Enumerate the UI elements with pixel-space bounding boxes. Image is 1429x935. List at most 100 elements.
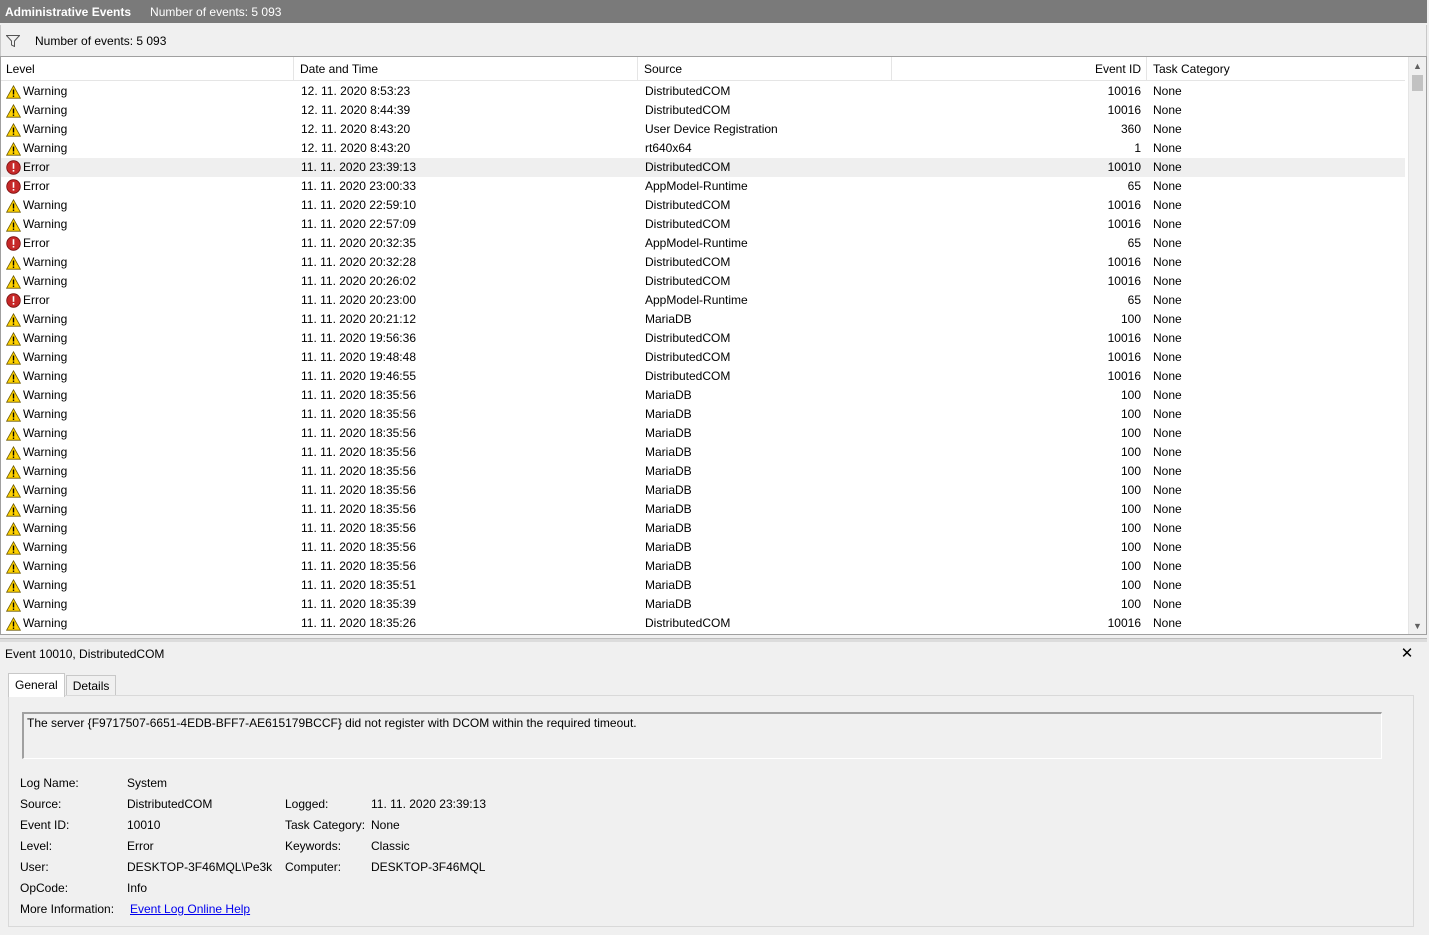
table-row[interactable]: Warning 11. 11. 2020 20:21:12 MariaDB 100 No… — [1, 310, 1405, 329]
tab-details[interactable]: Details — [65, 675, 117, 696]
scroll-down-icon[interactable]: ▼ — [1409, 617, 1426, 634]
level-text: Warning — [23, 426, 68, 440]
cell-task-category: None — [1153, 388, 1182, 402]
table-row[interactable]: Warning 11. 11. 2020 18:35:56 MariaDB 100 No… — [1, 557, 1405, 576]
label-user: User: — [20, 860, 49, 874]
table-row[interactable]: Warning 11. 11. 2020 20:26:02 DistributedC… — [1, 272, 1405, 291]
warning-icon — [5, 597, 21, 613]
table-row[interactable]: Warning 12. 11. 2020 8:43:20 rt640x64 1 None — [1, 139, 1405, 158]
warning-icon — [5, 103, 21, 119]
table-row[interactable]: Error 11. 11. 2020 20:32:35 AppModel-Runti… — [1, 234, 1405, 253]
filter-bar: Number of events: 5 093 — [0, 25, 1427, 56]
cell-source: MariaDB — [645, 312, 692, 326]
warning-icon — [5, 616, 21, 632]
value-event-id: 10010 — [127, 818, 161, 832]
warning-icon — [5, 407, 21, 423]
cell-task-category: None — [1153, 122, 1182, 136]
column-header-source[interactable]: Source — [639, 57, 892, 81]
table-row[interactable]: Warning 11. 11. 2020 18:35:56 MariaDB 100 No… — [1, 519, 1405, 538]
table-row[interactable]: Error 11. 11. 2020 23:00:33 AppModel-Runti… — [1, 177, 1405, 196]
pane-splitter[interactable] — [0, 638, 1427, 642]
level-text: Warning — [23, 559, 68, 573]
cell-source: MariaDB — [645, 445, 692, 459]
table-row[interactable]: Warning 11. 11. 2020 18:35:26 DistributedC… — [1, 614, 1405, 633]
table-row[interactable]: Warning 11. 11. 2020 18:35:56 MariaDB 100 No… — [1, 500, 1405, 519]
cell-event-id: 10016 — [1107, 84, 1141, 98]
table-row[interactable]: Warning 11. 11. 2020 22:59:10 DistributedC… — [1, 196, 1405, 215]
table-row[interactable]: Error 11. 11. 2020 20:23:00 AppModel-Runti… — [1, 291, 1405, 310]
table-row[interactable]: Warning 12. 11. 2020 8:44:39 DistributedCO… — [1, 101, 1405, 120]
cell-level: Error — [5, 234, 293, 253]
cell-event-id: 100 — [1120, 597, 1141, 611]
table-row[interactable]: Warning 11. 11. 2020 18:35:51 MariaDB 100 No… — [1, 576, 1405, 595]
cell-level: Warning — [5, 329, 293, 348]
scroll-up-icon[interactable]: ▲ — [1409, 57, 1426, 74]
tab-general[interactable]: General — [8, 673, 65, 697]
table-row[interactable]: Warning 12. 11. 2020 8:53:23 DistributedCO… — [1, 82, 1405, 101]
cell-level: Warning — [5, 215, 293, 234]
table-row[interactable]: Error 11. 11. 2020 23:39:13 DistributedCOM… — [1, 158, 1405, 177]
cell-date: 11. 11. 2020 23:00:33 — [301, 179, 416, 193]
cell-level: Error — [5, 291, 293, 310]
column-header-date[interactable]: Date and Time — [295, 57, 638, 81]
filter-event-count: Number of events: 5 093 — [35, 33, 167, 48]
cell-level: Warning — [5, 576, 293, 595]
cell-event-id: 100 — [1120, 388, 1141, 402]
table-row[interactable]: Warning 11. 11. 2020 22:57:09 DistributedC… — [1, 215, 1405, 234]
cell-level: Warning — [5, 595, 293, 614]
table-row[interactable]: Warning 11. 11. 2020 19:46:55 DistributedC… — [1, 367, 1405, 386]
cell-task-category: None — [1153, 274, 1182, 288]
table-row[interactable]: Warning 11. 11. 2020 18:35:56 MariaDB 100 No… — [1, 462, 1405, 481]
table-row[interactable]: Warning 11. 11. 2020 18:35:56 MariaDB 100 No… — [1, 538, 1405, 557]
close-icon[interactable]: ✕ — [1399, 645, 1415, 663]
cell-event-id: 100 — [1120, 407, 1141, 421]
column-header-level[interactable]: Level — [1, 57, 294, 81]
vertical-scrollbar[interactable]: ▲ ▼ — [1408, 57, 1426, 634]
cell-source: MariaDB — [645, 578, 692, 592]
table-row[interactable]: Warning 11. 11. 2020 18:35:39 MariaDB 100 No… — [1, 595, 1405, 614]
scrollbar-thumb[interactable] — [1412, 75, 1423, 91]
warning-icon — [5, 578, 21, 594]
column-header-event-id[interactable]: Event ID — [893, 57, 1147, 81]
cell-date: 12. 11. 2020 8:44:39 — [301, 103, 411, 117]
warning-icon — [5, 331, 21, 347]
cell-source: DistributedCOM — [645, 198, 731, 212]
cell-task-category: None — [1153, 540, 1182, 554]
cell-date: 12. 11. 2020 8:43:20 — [301, 141, 411, 155]
table-row[interactable]: Warning 11. 11. 2020 18:35:56 MariaDB 100 No… — [1, 443, 1405, 462]
event-description[interactable]: The server {F9717507-6651-4EDB-BFF7-AE61… — [22, 712, 1382, 759]
value-user: DESKTOP-3F46MQL\Pe3k — [127, 860, 273, 874]
cell-task-category: None — [1153, 445, 1182, 459]
cell-level: Warning — [5, 272, 293, 291]
column-header-task-category[interactable]: Task Category — [1148, 57, 1405, 81]
filter-icon[interactable] — [5, 34, 21, 48]
table-row[interactable]: Warning 11. 11. 2020 18:35:56 MariaDB 100 No… — [1, 405, 1405, 424]
event-log-online-help-link[interactable]: Event Log Online Help — [130, 902, 250, 916]
cell-source: MariaDB — [645, 540, 692, 554]
table-row[interactable]: Warning 11. 11. 2020 18:35:56 MariaDB 100 No… — [1, 386, 1405, 405]
cell-level: Warning — [5, 557, 293, 576]
cell-date: 11. 11. 2020 20:32:28 — [301, 255, 416, 269]
event-list-header: Level Date and Time Source Event ID Task… — [1, 57, 1405, 81]
warning-icon — [5, 445, 21, 461]
cell-task-category: None — [1153, 464, 1182, 478]
level-text: Warning — [23, 84, 68, 98]
detail-header: Event 10010, DistributedCOM — [5, 647, 165, 661]
cell-source: DistributedCOM — [645, 350, 731, 364]
cell-task-category: None — [1153, 217, 1182, 231]
warning-icon — [5, 122, 21, 138]
table-row[interactable]: Warning 11. 11. 2020 19:56:36 DistributedC… — [1, 329, 1405, 348]
table-row[interactable]: Warning 11. 11. 2020 19:48:48 DistributedC… — [1, 348, 1405, 367]
cell-source: MariaDB — [645, 521, 692, 535]
cell-event-id: 10016 — [1107, 217, 1141, 231]
cell-source: DistributedCOM — [645, 160, 731, 174]
value-opcode: Info — [127, 881, 148, 895]
level-text: Warning — [23, 616, 68, 630]
table-row[interactable]: Warning 12. 11. 2020 8:43:20 User Device R… — [1, 120, 1405, 139]
cell-event-id: 360 — [1120, 122, 1141, 136]
table-row[interactable]: Warning 11. 11. 2020 18:35:56 MariaDB 100 No… — [1, 481, 1405, 500]
table-row[interactable]: Warning 11. 11. 2020 20:32:28 DistributedC… — [1, 253, 1405, 272]
table-row[interactable]: Warning 11. 11. 2020 18:35:56 MariaDB 100 No… — [1, 424, 1405, 443]
cell-level: Warning — [5, 82, 293, 101]
level-text: Warning — [23, 255, 68, 269]
